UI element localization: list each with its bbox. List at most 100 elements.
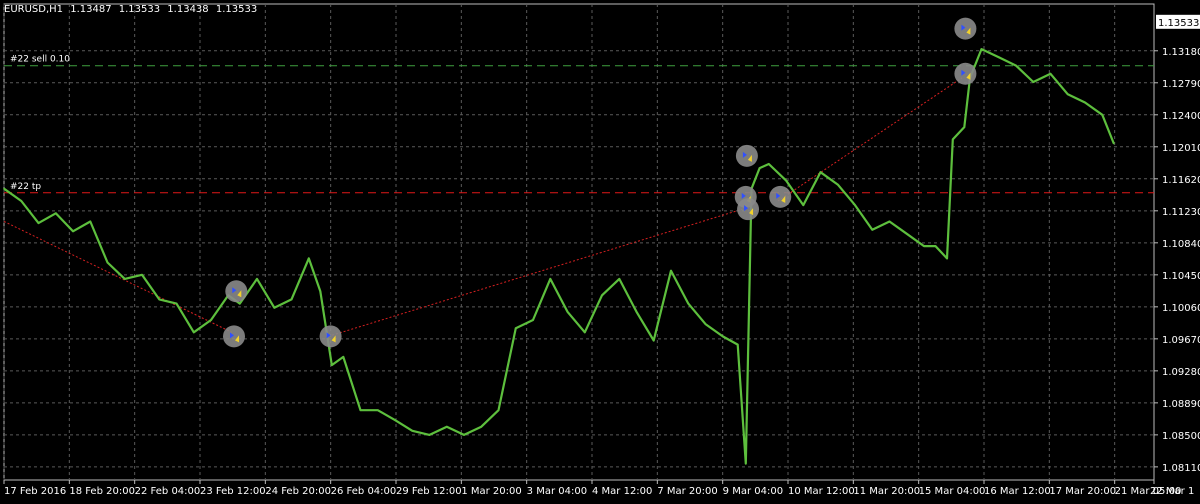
- symbol-timeframe: EURUSD,H1: [4, 4, 64, 15]
- trade-marker[interactable]: [769, 185, 792, 208]
- y-tick-label: 1.08110: [1162, 463, 1200, 474]
- y-tick-label: 1.12010: [1162, 143, 1200, 154]
- y-tick-label: 1.09670: [1162, 335, 1200, 346]
- data-point: [106, 261, 109, 264]
- data-point: [744, 462, 747, 465]
- data-point: [721, 335, 724, 338]
- data-point: [704, 323, 707, 325]
- data-point: [72, 230, 74, 233]
- trade-marker[interactable]: [737, 198, 760, 221]
- y-tick-label: 1.09280: [1162, 367, 1200, 378]
- data-point: [785, 179, 787, 182]
- data-point: [1084, 101, 1086, 104]
- data-point: [342, 356, 345, 358]
- data-point: [394, 419, 396, 421]
- data-point: [854, 204, 856, 206]
- x-tick-label: 17 Feb 2016: [4, 486, 66, 497]
- data-point: [54, 212, 57, 215]
- y-tick-label: 1.12790: [1162, 79, 1200, 90]
- data-point: [20, 200, 23, 202]
- data-point: [549, 278, 552, 280]
- y-tick-label: 1.13180: [1162, 47, 1200, 58]
- data-point: [238, 302, 241, 305]
- data-point: [905, 232, 908, 235]
- x-tick-label: 7 Mar 20:00: [657, 486, 717, 497]
- data-point: [532, 319, 534, 321]
- price-chart[interactable]: EURUSD,H1 1.13487 1.13533 1.13438 1.1353…: [0, 0, 1200, 500]
- x-tick-label: 22 Mar 1: [1150, 486, 1194, 497]
- data-point: [836, 183, 839, 186]
- x-tick-label: 15 Mar 04:00: [919, 486, 986, 497]
- y-tick-label: 1.10450: [1162, 271, 1200, 282]
- x-tick-label: 22 Feb 04:00: [135, 486, 201, 497]
- data-point: [670, 269, 672, 272]
- x-tick-label: 23 Feb 12:00: [200, 486, 266, 497]
- data-point: [256, 278, 258, 280]
- trade-marker[interactable]: [954, 17, 977, 40]
- y-tick-label: 1.10060: [1162, 303, 1200, 314]
- data-point: [1112, 142, 1115, 145]
- trade-history-line: [3, 221, 232, 333]
- data-point: [997, 56, 1000, 59]
- data-point: [946, 257, 948, 260]
- data-point: [601, 294, 603, 297]
- price-series: [3, 47, 1115, 465]
- data-point: [290, 298, 293, 301]
- chart-canvas[interactable]: 1.13180 1.12790 1.12400 1.12010 1.11620 1.112…: [0, 0, 1200, 500]
- y-tick-label: 1.08890: [1162, 399, 1200, 410]
- data-point: [1101, 113, 1104, 116]
- data-point: [934, 245, 937, 247]
- data-point: [652, 339, 655, 342]
- data-point: [687, 302, 690, 305]
- current-price-label: 1.13533: [1158, 18, 1199, 29]
- data-point: [359, 409, 362, 412]
- order-line-label: #22 sell 0.10: [10, 55, 70, 65]
- data-point: [1066, 93, 1069, 96]
- data-point: [376, 409, 379, 412]
- x-tick-label: 29 Feb 12:00: [396, 486, 462, 497]
- trade-marker[interactable]: [954, 62, 977, 85]
- trade-marker[interactable]: [735, 144, 758, 167]
- data-point: [1049, 72, 1052, 75]
- data-point: [445, 425, 448, 428]
- x-tick-label: 16 Mar 12:00: [984, 486, 1051, 497]
- data-point: [802, 204, 805, 206]
- y-tick-label: 1.12400: [1162, 111, 1200, 122]
- data-point: [583, 331, 586, 334]
- order-line-label: #22 tp: [10, 182, 41, 192]
- data-point: [736, 343, 739, 346]
- data-point: [618, 278, 621, 280]
- y-tick-label: 1.11230: [1162, 207, 1200, 218]
- data-point: [428, 434, 431, 436]
- data-point: [319, 290, 322, 293]
- trade-history-line: [777, 77, 963, 202]
- x-tick-label: 26 Feb 04:00: [331, 486, 397, 497]
- close-price: 1.13533: [215, 4, 258, 15]
- data-point: [923, 245, 925, 247]
- data-point: [480, 425, 483, 428]
- data-point: [463, 434, 465, 436]
- data-point: [210, 319, 212, 321]
- data-point: [963, 126, 966, 128]
- data-point: [635, 310, 638, 313]
- data-point: [411, 429, 414, 432]
- y-tick-label: 1.11620: [1162, 175, 1200, 186]
- high-price: 1.13533: [118, 4, 161, 15]
- data-point: [141, 274, 143, 276]
- data-point: [980, 48, 983, 50]
- x-tick-label: 24 Feb 20:00: [265, 486, 331, 497]
- data-point: [514, 327, 517, 329]
- data-point: [758, 167, 761, 169]
- data-point: [871, 228, 874, 231]
- data-point: [497, 409, 500, 412]
- low-price: 1.13438: [167, 4, 209, 15]
- trade-marker[interactable]: [223, 325, 245, 348]
- trade-marker[interactable]: [225, 280, 248, 303]
- data-point: [767, 163, 770, 165]
- y-tick-label: 1.08500: [1162, 431, 1200, 442]
- x-tick-label: 11 Mar 20:00: [853, 486, 920, 497]
- plot-frame: [3, 3, 1155, 481]
- x-tick-label: 9 Mar 04:00: [723, 486, 783, 497]
- data-point: [1015, 64, 1017, 67]
- trade-marker[interactable]: [319, 325, 342, 348]
